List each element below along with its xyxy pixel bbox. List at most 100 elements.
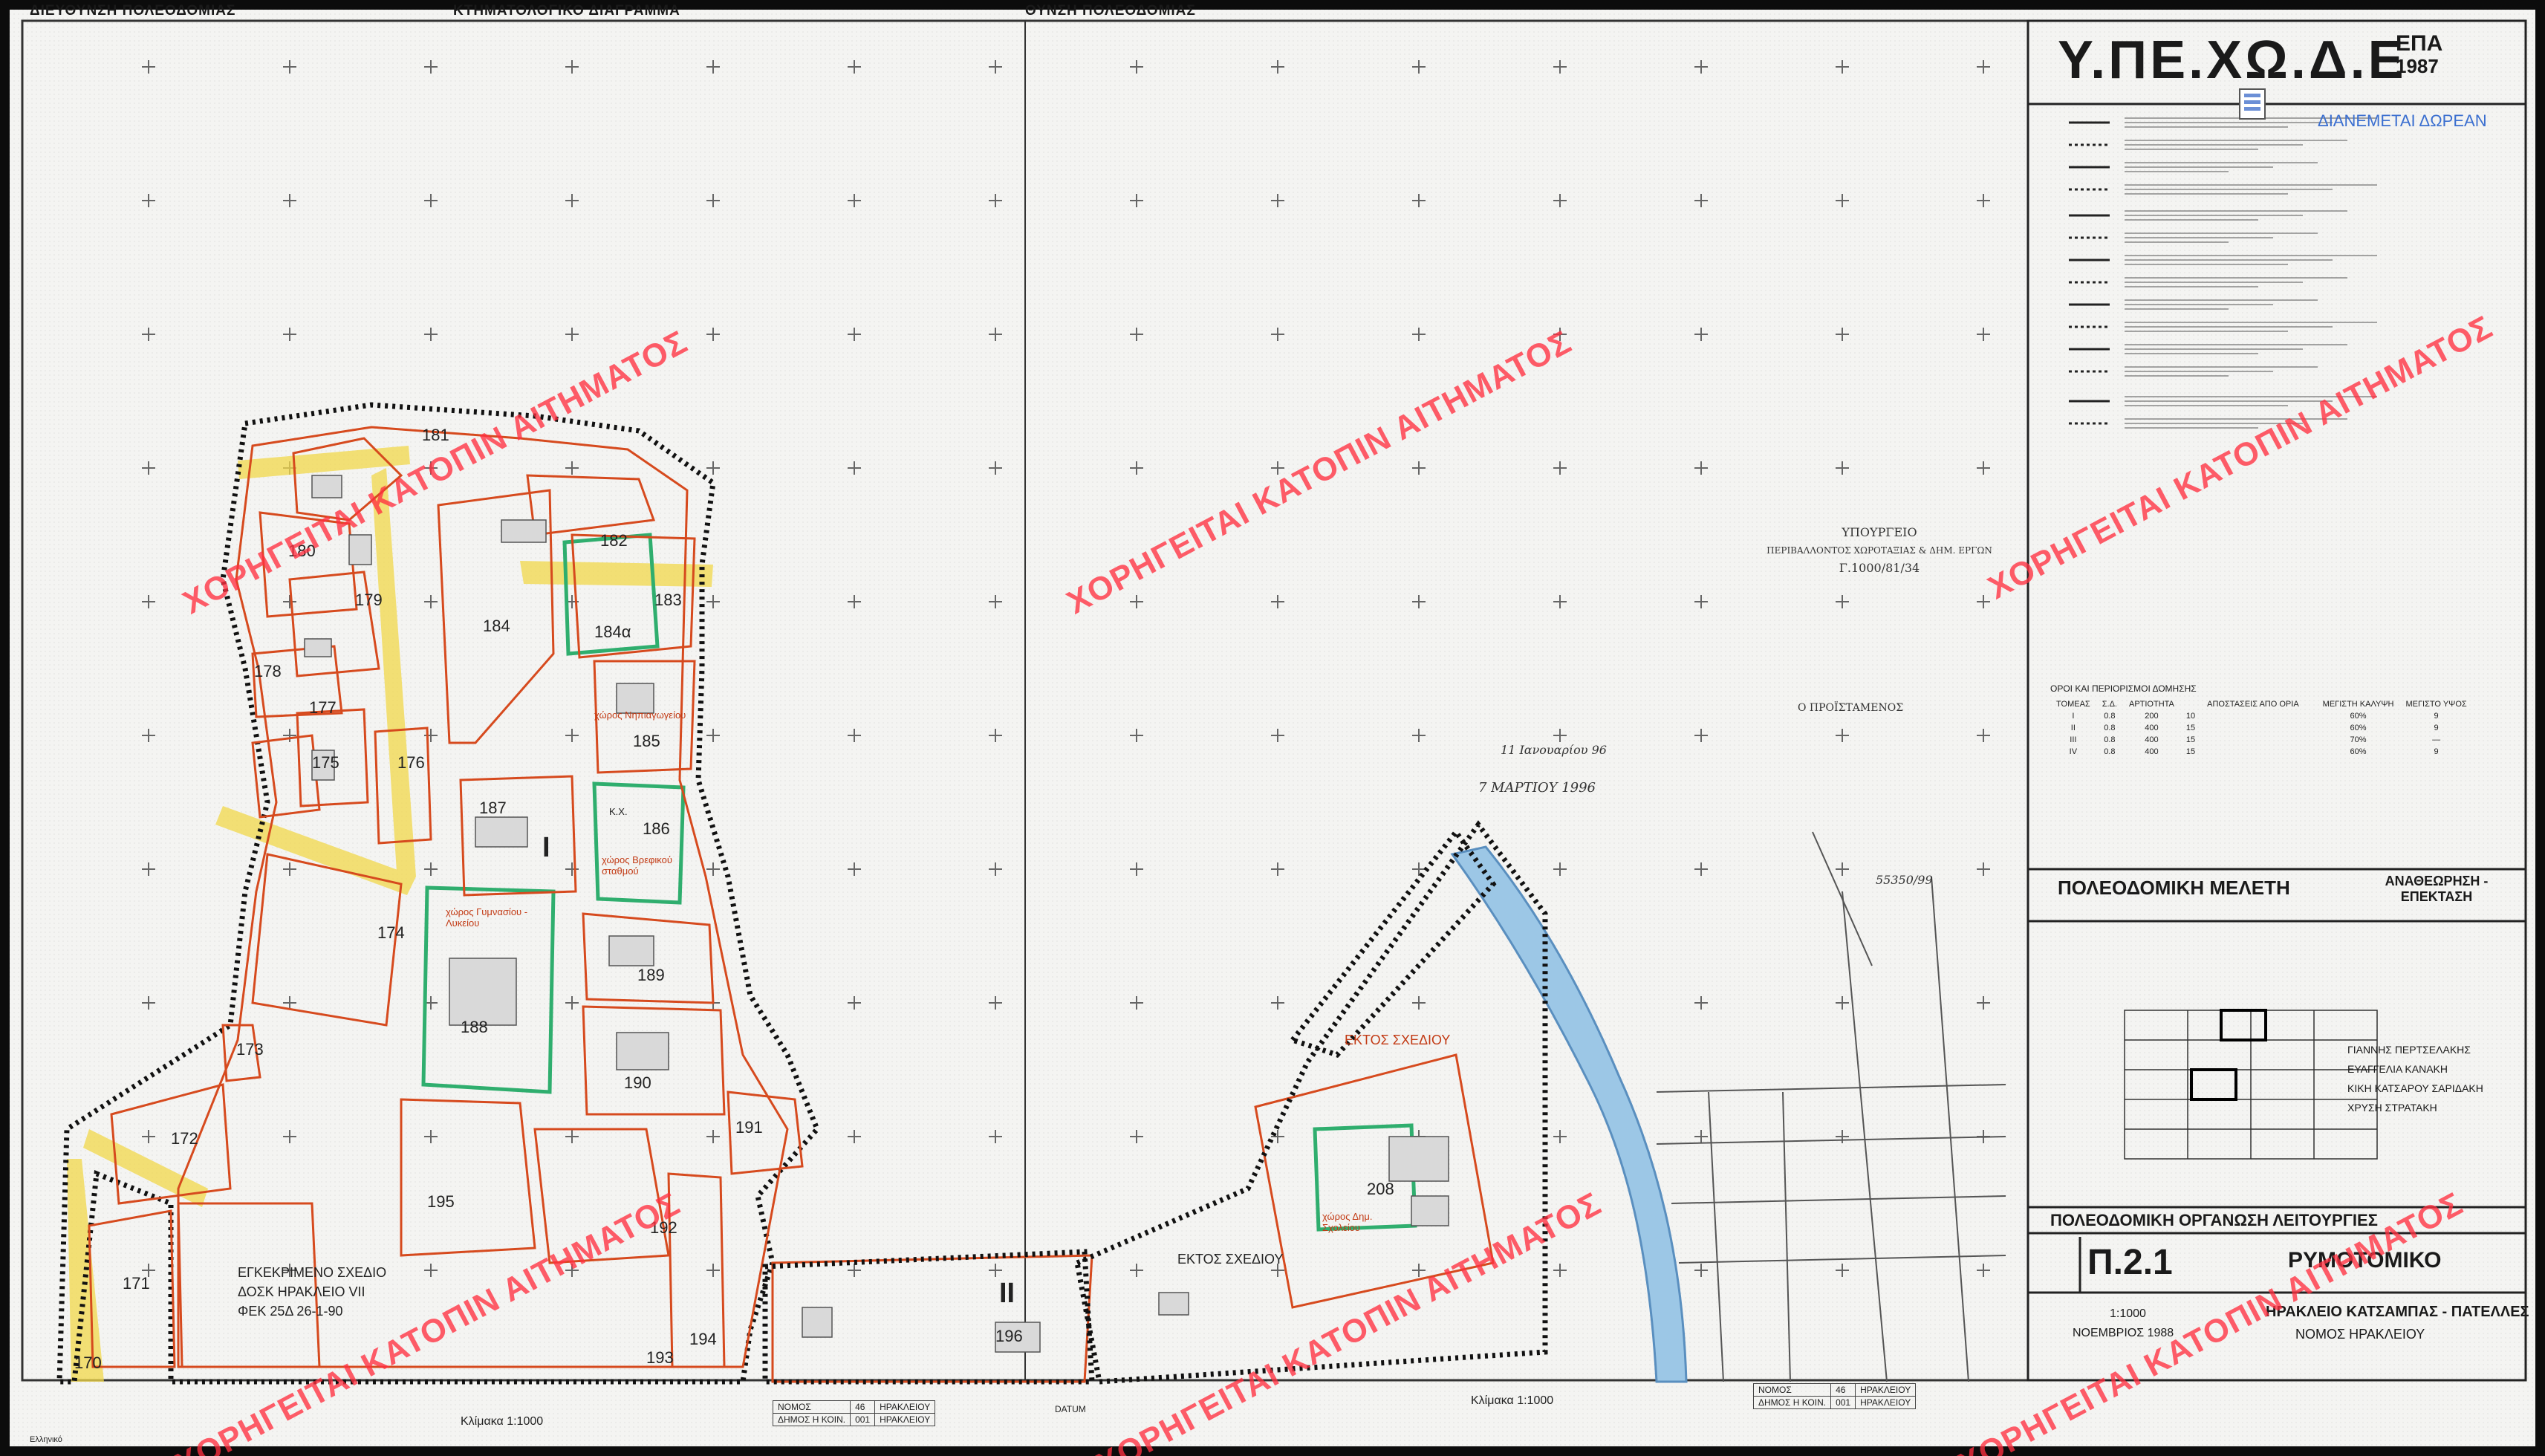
consultant-name: ΧΡΥΣΗ ΣΤΡΑΤΑΚΗ — [2347, 1102, 2437, 1114]
regulations-cell — [2201, 722, 2305, 734]
free-distribution-label: ΔΙΑΝΕΜΕΤΑΙ ΔΩΡΕΑΝ — [2318, 111, 2487, 130]
regulations-cell: 60% — [2350, 724, 2367, 732]
outside-plan-label: ΕΚΤΟΣ ΣΧΕΔΙΟΥ — [1177, 1252, 1284, 1267]
consultant-name: ΓΙΑΝΝΗΣ ΠΕΡΤΣΕΛΑΚΗΣ — [2347, 1044, 2471, 1056]
regulations-cell: 15 — [2185, 724, 2196, 732]
lot-number: 171 — [123, 1274, 150, 1293]
footer-cell: 001 — [850, 1413, 876, 1426]
footer-row: ΝΟΜΟΣ 46 ΗΡΑΚΛΕΙΟΥ — [1752, 1383, 1917, 1397]
footer-scale-right: Κλίμακα 1:1000 — [1471, 1394, 1554, 1407]
facility-label-primary: χώρος Δημ. Σχολείου — [1322, 1211, 1373, 1233]
regulations-cell — [2201, 734, 2305, 746]
regulations-header-cell — [2180, 698, 2201, 710]
lot-number: 177 — [309, 698, 337, 717]
regulations-cell — [2305, 734, 2317, 746]
stamp-signatory: Ο ΠΡΟΪΣΤΑΜΕΝΟΣ — [1798, 702, 1904, 714]
approved-plan-line: ΔΟΣΚ ΗΡΑΚΛΕΙΟ VII — [238, 1284, 365, 1299]
regulations-cell: 0.8 — [2104, 747, 2116, 756]
regulations-cell: 400 — [2145, 724, 2159, 732]
regulations-row: III 0.8 400 15 70% — — [2050, 734, 2473, 746]
regulations-header-cell — [2305, 698, 2317, 710]
regulations-cell: 60% — [2350, 712, 2367, 721]
footer-municipality-table: ΝΟΜΟΣ 46 ΗΡΑΚΛΕΙΟΥ ΔΗΜΟΣ Η ΚΟΙΝ. 001 ΗΡΑΚΛΕΙΟ… — [772, 1400, 936, 1426]
approved-plan-note: ΕΓΚΕΚΡΙΜΕΝΟ ΣΧΕΔΙΟ ΔΟΣΚ ΗΡΑΚΛΕΙΟ VII ΦΕΚ… — [238, 1263, 386, 1321]
footer-cell: 46 — [850, 1400, 876, 1414]
approved-plan-line: ΕΓΚΕΚΡΙΜΕΝΟ ΣΧΕΔΙΟ — [238, 1265, 387, 1280]
footer-cell: ΗΡΑΚΛΕΙΟΥ — [1855, 1383, 1917, 1397]
footer-cell: ΗΡΑΚΛΕΙΟΥ — [874, 1413, 936, 1426]
regulations-cell: III — [2070, 735, 2077, 744]
regulations-cell — [2201, 746, 2305, 758]
datum-label: DATUM — [1055, 1404, 1086, 1414]
footer-cell: ΗΡΑΚΛΕΙΟΥ — [1855, 1396, 1917, 1409]
lot-number: 174 — [377, 923, 405, 942]
regulations-cell: I — [2072, 712, 2075, 721]
regulations-row: IV 0.8 400 15 60% 9 — [2050, 746, 2473, 758]
regulations-cell: IV — [2069, 747, 2078, 756]
regulations-cell: 15 — [2185, 747, 2196, 756]
lot-number: 175 — [312, 753, 339, 772]
regulations-cell: 400 — [2145, 747, 2159, 756]
lot-number: 176 — [397, 753, 425, 772]
regulations-cell: 400 — [2145, 735, 2159, 744]
greek-emblem — [2239, 88, 2266, 120]
facility-label-kindergarten: χώρος Νηπιαγωγείου — [594, 709, 686, 721]
footer-cell: 001 — [1830, 1396, 1856, 1409]
lot-number: 190 — [624, 1073, 651, 1092]
handwritten-date: 11 Ιανουαρίου 96 — [1501, 743, 1607, 757]
stamp-line: Γ.1000/81/34 — [1839, 561, 1920, 575]
footer-municipality-table-right: ΝΟΜΟΣ 46 ΗΡΑΚΛΕΙΟΥ ΔΗΜΟΣ Η ΚΟΙΝ. 001 ΗΡΑΚΛΕΙΟ… — [1752, 1383, 1917, 1409]
footer-cell: ΔΗΜΟΣ Η ΚΟΙΝ. — [1752, 1396, 1832, 1409]
facility-label-nursery: χώρος Βρεφικού σταθμού — [602, 854, 672, 877]
regulations-cell — [2305, 746, 2317, 758]
study-subtitle: ΑΝΑΘΕΩΡΗΣΗ - ΕΠΕΚΤΑΣΗ — [2385, 874, 2489, 904]
date-label: ΝΟΕΜΒΡΙΟΣ 1988 — [2073, 1327, 2174, 1339]
regulations-header-cell: ΑΠΟΣΤΑΣΕΙΣ ΑΠΟ ΟΡΙΑ — [2207, 700, 2299, 709]
consultant-name: ΕΥΑΓΓΕΛΙΑ ΚΑΝΑΚΗ — [2347, 1063, 2448, 1075]
regulations-cell: 0.8 — [2104, 724, 2116, 732]
regulations-header-row: ΤΟΜΕΑΣ Σ.Δ. ΑΡΤΙΟΤΗΤΑ ΑΠΟΣΤΑΣΕΙΣ ΑΠΟ ΟΡΙΑ ΜΕ… — [2050, 698, 2473, 710]
regulations-row: II 0.8 400 15 60% 9 — [2050, 722, 2473, 734]
regulations-table: ΤΟΜΕΑΣ Σ.Δ. ΑΡΤΙΟΤΗΤΑ ΑΠΟΣΤΑΣΕΙΣ ΑΠΟ ΟΡΙΑ ΜΕ… — [2050, 698, 2473, 758]
lot-number: 208 — [1367, 1180, 1394, 1198]
regulations-cell: 60% — [2350, 747, 2367, 756]
lot-number: 178 — [254, 662, 282, 680]
regulations-header-cell: Σ.Δ. — [2102, 700, 2117, 709]
regulations-cell: 9 — [2434, 712, 2439, 721]
regulations-cell: 0.8 — [2104, 735, 2116, 744]
regulations-title: ΟΡΟΙ ΚΑΙ ΠΕΡΙΟΡΙΣΜΟΙ ΔΟΜΗΣΗΣ — [2050, 683, 2197, 694]
header-left: ΔΙΕΥΘΥΝΣΗ ΠΟΛΕΟΔΟΜΙΑΣ — [30, 3, 236, 19]
regulations-cell: — — [2432, 735, 2441, 744]
handwritten-reference: 55350/99 — [1876, 873, 1933, 887]
sheet-scale: 1:1000 — [2110, 1307, 2146, 1320]
regulations-cell: 200 — [2145, 712, 2159, 721]
lot-number: 195 — [427, 1192, 455, 1211]
consultants-list: ΓΙΑΝΝΗΣ ΠΕΡΤΣΕΛΑΚΗΣ ΕΥΑΓΓΕΛΙΑ ΚΑΝΑΚΗ ΚΙΚ… — [2347, 1040, 2483, 1117]
lot-number: 179 — [355, 591, 383, 609]
lot-number: 183 — [654, 591, 682, 609]
handwritten-date: 7 ΜΑΡΤΙΟΥ 1996 — [1478, 780, 1596, 796]
lot-number: 191 — [735, 1118, 763, 1137]
lot-number: 185 — [633, 732, 660, 750]
consultant-name: ΚΙΚΗ ΚΑΤΣΑΡΟΥ ΣΑΡΙΔΑΚΗ — [2347, 1082, 2483, 1094]
lot-number: 184α — [594, 623, 631, 641]
lot-number: 182 — [600, 531, 628, 550]
lot-number: 184 — [483, 617, 510, 635]
ministry-stamp: ΥΠΟΥΡΓΕΙΟ ΠΕΡΙΒΑΛΛΟΝΤΟΣ ΧΩΡΟΤΑΞΙΑΣ & ΔΗΜ… — [1746, 524, 2013, 577]
footer-cell: ΝΟΜΟΣ — [772, 1400, 851, 1414]
footer-note: Ελληνικό — [30, 1435, 62, 1444]
regulations-cell: 9 — [2434, 747, 2439, 756]
lot-number: 170 — [74, 1353, 102, 1372]
footer-row: ΔΗΜΟΣ Η ΚΟΙΝ. 001 ΗΡΑΚΛΕΙΟΥ — [1752, 1396, 1917, 1409]
facility-label-green: Κ.Χ. — [609, 806, 628, 817]
regulations-header-cell: ΜΕΓΙΣΤΟ ΥΨΟΣ — [2405, 700, 2467, 709]
header-center: ΚΤΗΜΑΤΟΛΟΓΙΚΟ ΔΙΑΓΡΑΜΜΑ — [453, 3, 680, 19]
lot-number: 189 — [637, 966, 665, 984]
footer-scale-left: Κλίμακα 1:1000 — [461, 1415, 544, 1428]
lot-number: 172 — [171, 1129, 198, 1148]
footer-cell: ΗΡΑΚΛΕΙΟΥ — [874, 1400, 936, 1414]
regulations-cell: 0.8 — [2104, 712, 2116, 721]
lot-number: 188 — [461, 1018, 488, 1036]
stamp-line: ΠΕΡΙΒΑΛΛΟΝΤΟΣ ΧΩΡΟΤΑΞΙΑΣ & ΔΗΜ. ΕΡΓΩΝ — [1766, 545, 1992, 556]
regulations-cell — [2305, 722, 2317, 734]
